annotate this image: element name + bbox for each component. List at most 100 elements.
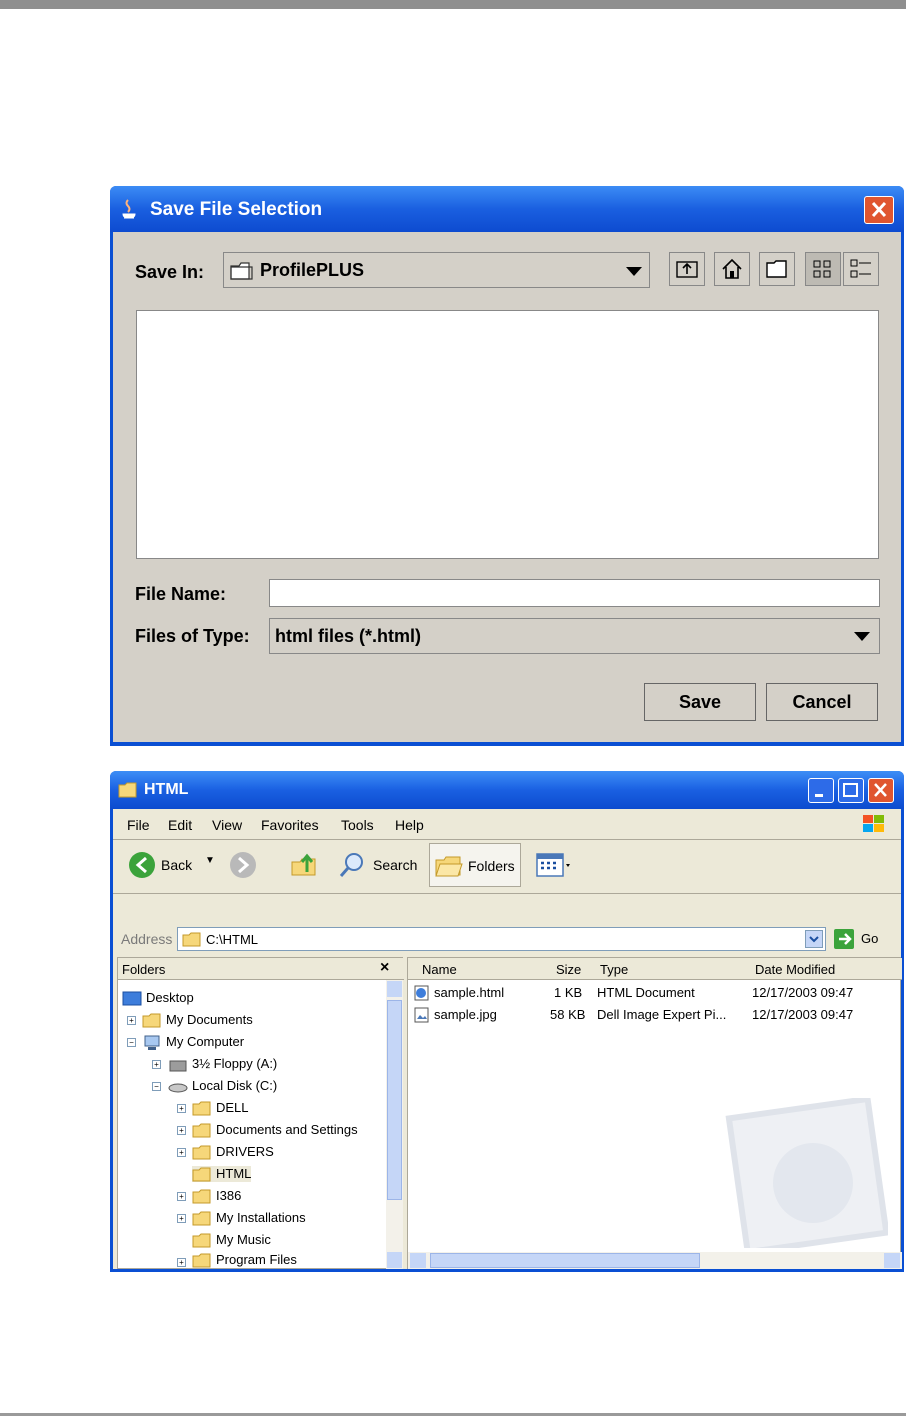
new-folder-icon	[766, 260, 787, 278]
tree-item-folder[interactable]: My Music	[192, 1232, 271, 1248]
folder-icon	[118, 782, 137, 798]
close-pane-icon[interactable]: ×	[380, 959, 389, 977]
column-date-modified[interactable]: Date Modified	[755, 962, 835, 977]
minimize-button[interactable]	[808, 778, 834, 803]
expand-icon[interactable]: +	[177, 1192, 186, 1201]
collapse-icon[interactable]: −	[127, 1038, 136, 1047]
address-dropdown-button[interactable]	[805, 930, 823, 948]
save-in-combo[interactable]: ProfilePLUS	[223, 252, 650, 288]
new-folder-button[interactable]	[759, 252, 795, 286]
expand-icon[interactable]: +	[177, 1148, 186, 1157]
menu-help[interactable]: Help	[395, 817, 424, 833]
scroll-left-icon[interactable]	[410, 1253, 426, 1268]
menu-view[interactable]: View	[212, 817, 242, 833]
file-list-horizontal-scrollbar[interactable]	[408, 1252, 902, 1269]
hard-disk-icon	[168, 1083, 188, 1093]
folder-icon	[192, 1211, 211, 1226]
java-cup-icon	[122, 199, 136, 219]
list-view-button[interactable]	[805, 252, 841, 286]
desktop-icon	[122, 991, 142, 1006]
expand-icon[interactable]: +	[177, 1126, 186, 1135]
expand-icon[interactable]: +	[177, 1258, 186, 1267]
menu-tools[interactable]: Tools	[341, 817, 374, 833]
back-button[interactable]: Back	[161, 857, 192, 873]
expand-icon[interactable]: +	[127, 1016, 136, 1025]
menu-favorites[interactable]: Favorites	[261, 817, 319, 833]
details-view-icon	[850, 259, 871, 278]
dialog-close-button[interactable]	[864, 196, 894, 224]
column-name[interactable]: Name	[422, 962, 457, 977]
tree-item-html-selected[interactable]: HTML	[192, 1166, 252, 1183]
save-in-value: ProfilePLUS	[260, 260, 365, 280]
tree-item-folder[interactable]: Documents and Settings	[192, 1122, 358, 1138]
tree-vertical-scrollbar[interactable]	[386, 980, 403, 1269]
explorer-window: HTML File Edit View Favorites Tools Help	[110, 771, 904, 1272]
files-of-type-label: Files of Type:	[135, 626, 250, 646]
file-list-pane: Name Size Type Date Modified sample.html…	[407, 957, 902, 1269]
tree-item-local-disk-c[interactable]: Local Disk (C:)	[168, 1078, 277, 1095]
folder-icon	[230, 262, 253, 280]
views-icon[interactable]	[535, 851, 575, 879]
tree-item-my-documents[interactable]: My Documents	[142, 1012, 253, 1029]
folders-icon	[435, 856, 463, 877]
scroll-down-icon[interactable]	[387, 1252, 402, 1268]
go-button[interactable]: Go	[861, 931, 878, 946]
folder-icon	[182, 932, 201, 947]
save-button[interactable]: Save	[644, 683, 756, 721]
tree-item-folder[interactable]: Program Files	[192, 1252, 297, 1269]
list-view-icon	[813, 260, 831, 278]
maximize-button[interactable]	[838, 778, 864, 803]
tree-item-folder[interactable]: DRIVERS	[192, 1144, 274, 1160]
collapse-icon[interactable]: −	[152, 1082, 161, 1091]
file-name-label: File Name:	[135, 584, 227, 604]
minimize-icon	[815, 794, 823, 797]
folder-icon	[192, 1167, 211, 1182]
expand-icon[interactable]: +	[177, 1214, 186, 1223]
maximize-icon	[843, 783, 858, 797]
search-icon[interactable]	[337, 850, 369, 880]
window-title: HTML	[144, 781, 189, 798]
tree-item-folder[interactable]: DELL	[192, 1100, 249, 1116]
tree-item-folder[interactable]: My Installations	[192, 1210, 306, 1226]
close-button[interactable]	[868, 778, 894, 803]
menu-file[interactable]: File	[127, 817, 150, 833]
tree-item-my-computer[interactable]: My Computer	[142, 1034, 244, 1051]
back-arrow-icon[interactable]	[127, 850, 157, 880]
up-folder-button[interactable]	[669, 252, 705, 286]
file-name-input[interactable]	[269, 579, 880, 607]
expand-icon[interactable]: +	[177, 1104, 186, 1113]
scroll-thumb[interactable]	[430, 1253, 700, 1268]
file-list-header: Name Size Type Date Modified	[408, 958, 902, 980]
tree-item-desktop[interactable]: Desktop	[122, 990, 194, 1007]
home-button[interactable]	[714, 252, 750, 286]
dialog-body: Save In: ProfilePLUS File Name: Files of…	[113, 232, 901, 742]
back-dropdown-icon[interactable]: ▼	[205, 855, 215, 866]
file-row[interactable]: sample.html 1 KB HTML Document 12/17/200…	[408, 982, 902, 1004]
menu-edit[interactable]: Edit	[168, 817, 192, 833]
image-file-icon	[414, 1007, 429, 1023]
folders-toggle-button[interactable]: Folders	[429, 843, 521, 887]
close-icon	[871, 201, 887, 218]
column-size[interactable]: Size	[556, 962, 581, 977]
tree-item-folder[interactable]: I386	[192, 1188, 241, 1204]
tree-item-floppy[interactable]: 3½ Floppy (A:)	[168, 1056, 277, 1073]
forward-arrow-icon[interactable]	[228, 850, 258, 880]
go-arrow-icon[interactable]	[833, 928, 855, 950]
column-type[interactable]: Type	[600, 962, 628, 977]
cancel-button[interactable]: Cancel	[766, 683, 878, 721]
file-row[interactable]: sample.jpg 58 KB Dell Image Expert Pi...…	[408, 1004, 902, 1026]
address-bar[interactable]: C:\HTML	[177, 927, 826, 951]
files-of-type-combo[interactable]: html files (*.html)	[269, 618, 880, 654]
up-folder-icon[interactable]	[289, 850, 319, 880]
search-button[interactable]: Search	[373, 857, 417, 873]
folder-icon	[192, 1189, 211, 1204]
folders-pane: Folders × Desktop + My Documents − My Co…	[117, 957, 404, 1269]
expand-icon[interactable]: +	[152, 1060, 161, 1069]
details-view-button[interactable]	[843, 252, 879, 286]
windows-logo-icon	[863, 815, 884, 832]
file-list-pane[interactable]	[136, 310, 879, 559]
dialog-title-bar: Save File Selection	[110, 186, 904, 232]
scroll-right-icon[interactable]	[884, 1253, 900, 1268]
scroll-up-icon[interactable]	[387, 981, 402, 997]
scroll-thumb[interactable]	[387, 1000, 402, 1200]
